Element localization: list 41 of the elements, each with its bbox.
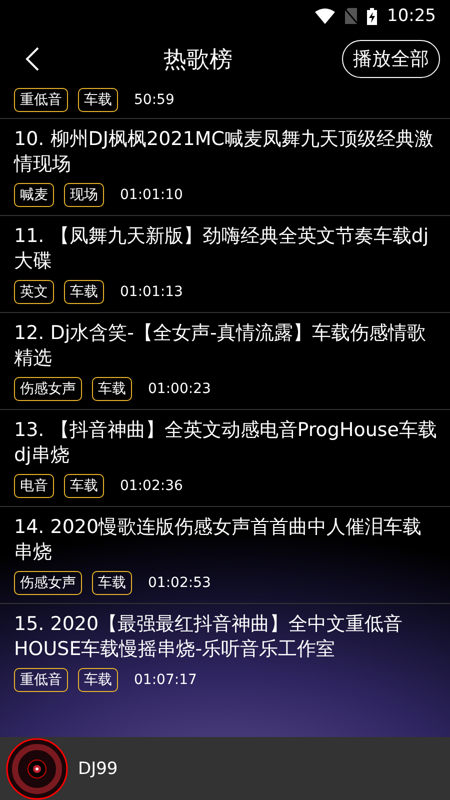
tag-label[interactable]: 喊麦 bbox=[14, 183, 54, 207]
tag-label[interactable]: 车载 bbox=[78, 88, 118, 112]
wifi-icon bbox=[315, 8, 335, 24]
song-item[interactable]: 15. 2020【最强最红抖音神曲】全中文重低音HOUSE车载慢摇串烧-乐听音乐工作室 重低音 车载 01:07:17 bbox=[0, 603, 450, 700]
duration-text: 01:07:17 bbox=[134, 672, 197, 688]
tag-label[interactable]: 车载 bbox=[64, 280, 104, 304]
duration-text: 01:01:10 bbox=[120, 187, 183, 203]
clock-text: 10:25 bbox=[387, 6, 436, 26]
tag-label[interactable]: 伤感女声 bbox=[14, 377, 82, 401]
duration-text: 01:02:36 bbox=[120, 478, 183, 494]
tag-label[interactable]: 车载 bbox=[64, 474, 104, 498]
tag-label[interactable]: 重低音 bbox=[14, 88, 68, 112]
song-title: 12. Dj水含笑-【全女声-真情流露】车载伤感情歌精选 bbox=[14, 321, 427, 371]
no-sim-icon bbox=[345, 8, 357, 24]
song-item[interactable]: 14. 2020慢歌连版伤感女声首首曲中人催泪车载串烧 伤感女声 车载 01:02:53 bbox=[0, 506, 450, 603]
song-title: 13. 【抖音神曲】全英文动感电音ProgHouse车载dj串烧 bbox=[14, 418, 438, 468]
duration-text: 50:59 bbox=[134, 92, 174, 108]
song-item[interactable]: 11. 【凤舞九天新版】劲嗨经典全英文节奏车载dj大碟 英文 车载 01:01:13 bbox=[0, 215, 450, 312]
tag-label[interactable]: 车载 bbox=[92, 377, 132, 401]
song-item[interactable]: 13. 【抖音神曲】全英文动感电音ProgHouse车载dj串烧 电音 车载 01:02:36 bbox=[0, 409, 450, 506]
song-title: 11. 【凤舞九天新版】劲嗨经典全英文节奏车载dj大碟 bbox=[14, 224, 430, 274]
song-title: 15. 2020【最强最红抖音神曲】全中文重低音HOUSE车载慢摇串烧-乐听音乐工作室 bbox=[14, 612, 404, 662]
song-item[interactable]: 10. 柳州DJ枫枫2021MC喊麦凤舞九天顶级经典激情现场 喊麦 现场 01:01:10 bbox=[0, 118, 450, 215]
battery-charging-icon bbox=[367, 8, 377, 24]
tag-label[interactable]: 重低音 bbox=[14, 668, 68, 692]
tag-label[interactable]: 电音 bbox=[14, 474, 54, 498]
tag-label[interactable]: 现场 bbox=[64, 183, 104, 207]
player-track-name: DJ99 bbox=[78, 758, 118, 778]
tag-label[interactable]: 车载 bbox=[92, 571, 132, 595]
tag-label[interactable]: 车载 bbox=[78, 668, 118, 692]
vinyl-disc-icon[interactable] bbox=[6, 738, 68, 800]
page-title: 热歌榜 bbox=[164, 46, 232, 74]
duration-text: 01:02:53 bbox=[148, 575, 211, 591]
song-item[interactable]: 12. Dj水含笑-【全女声-真情流露】车载伤感情歌精选 伤感女声 车载 01:00:23 bbox=[0, 312, 450, 409]
tag-label[interactable]: 伤感女声 bbox=[14, 571, 82, 595]
tag-label[interactable]: 英文 bbox=[14, 280, 54, 304]
duration-text: 01:01:13 bbox=[120, 284, 183, 300]
song-title: 10. 柳州DJ枫枫2021MC喊麦凤舞九天顶级经典激情现场 bbox=[14, 127, 435, 177]
play-all-button[interactable]: 播放全部 bbox=[342, 40, 440, 78]
song-title: 14. 2020慢歌连版伤感女声首首曲中人催泪车载串烧 bbox=[14, 515, 423, 565]
duration-text: 01:00:23 bbox=[148, 381, 211, 397]
